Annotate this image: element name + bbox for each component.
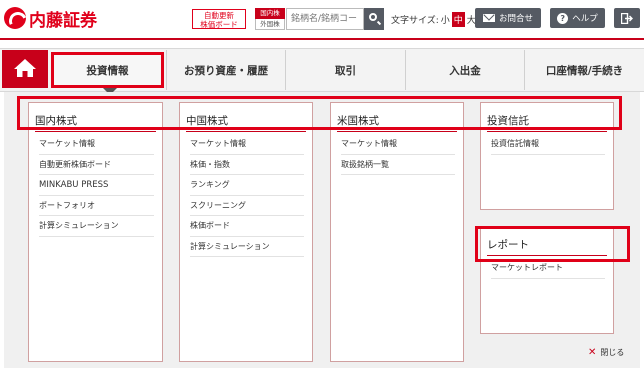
home-button[interactable] — [2, 50, 48, 88]
logo-text: 内藤証券 — [29, 10, 97, 31]
help-button[interactable]: ? ヘルプ — [550, 8, 605, 28]
help-label: ヘルプ — [572, 14, 598, 24]
menu-item-market-info[interactable]: マーケット情報 — [190, 134, 304, 155]
menu-item-portfolio[interactable]: ポートフォリオ — [39, 196, 154, 216]
menu-column-us-stocks: 米国株式 マーケット情報 取扱銘柄一覧 — [330, 102, 464, 362]
close-icon: ✕ — [588, 347, 597, 358]
nav-assets-history[interactable]: お預り資産・履歴 — [166, 50, 285, 90]
menu-column-china-stocks: 中国株式 マーケット情報 株価・指数 ランキング スクリーニング 株価ボード 計… — [179, 102, 313, 362]
menu-item-prices-indices[interactable]: 株価・指数 — [190, 155, 304, 175]
category-highlight-box — [17, 96, 622, 130]
nav-deposit-withdraw[interactable]: 入出金 — [405, 50, 524, 90]
report-highlight-box — [475, 226, 630, 262]
menu-item-market-info[interactable]: マーケット情報 — [341, 134, 455, 155]
search-input[interactable] — [286, 8, 364, 30]
logo-mark-icon — [4, 7, 26, 29]
close-label: 閉じる — [600, 348, 625, 357]
font-size-label: 文字サイズ: — [391, 16, 439, 26]
menu-item-market-info[interactable]: マーケット情報 — [39, 134, 154, 155]
menu-item-trust-info[interactable]: 投資信託情報 — [491, 134, 605, 155]
menu-item-calc-simulation[interactable]: 計算シミュレーション — [39, 216, 154, 237]
menu-item-listed-stocks[interactable]: 取扱銘柄一覧 — [341, 155, 455, 175]
menu-item-price-board[interactable]: 株価ボード — [190, 216, 304, 237]
mail-icon — [482, 14, 495, 22]
close-menu-button[interactable]: ✕ 閉じる — [588, 347, 624, 358]
market-toggle[interactable]: 国内株 外国株 — [255, 8, 285, 30]
font-size-medium[interactable]: 中 — [451, 12, 465, 27]
search-button[interactable] — [364, 8, 384, 30]
logout-button[interactable] — [614, 8, 640, 28]
header: 内藤証券 自動更新 株価ボード 国内株 外国株 文字サイズ: 小 中 大 お問合… — [0, 0, 644, 38]
contact-label: お問合せ — [498, 14, 533, 24]
auto-update-board-button[interactable]: 自動更新 株価ボード — [192, 9, 246, 29]
font-size-selector: 文字サイズ: 小 中 大 — [391, 12, 476, 27]
help-icon: ? — [557, 12, 569, 24]
menu-column-domestic-stocks: 国内株式 マーケット情報 自動更新株価ボード MINKABU PRESS ポート… — [28, 102, 163, 362]
search-icon — [369, 13, 377, 21]
font-size-small[interactable]: 小 — [441, 13, 450, 26]
menu-item-ranking[interactable]: ランキング — [190, 175, 304, 196]
contact-button[interactable]: お問合せ — [475, 8, 541, 28]
menu-item-minkabu-press[interactable]: MINKABU PRESS — [39, 175, 154, 196]
logout-icon — [621, 12, 633, 24]
home-icon — [14, 59, 36, 77]
logo[interactable]: 内藤証券 — [4, 7, 97, 31]
market-toggle-domestic[interactable]: 国内株 — [255, 8, 285, 19]
nav-highlight-box — [51, 52, 164, 88]
menu-item-auto-board[interactable]: 自動更新株価ボード — [39, 155, 154, 175]
menu-item-screening[interactable]: スクリーニング — [190, 196, 304, 216]
menu-item-calc-simulation[interactable]: 計算シミュレーション — [190, 237, 304, 257]
header-divider — [0, 38, 644, 40]
nav-account-procedures[interactable]: 口座情報/手続き — [524, 50, 644, 90]
nav-trade[interactable]: 取引 — [285, 50, 405, 90]
market-toggle-foreign[interactable]: 外国株 — [255, 19, 285, 30]
